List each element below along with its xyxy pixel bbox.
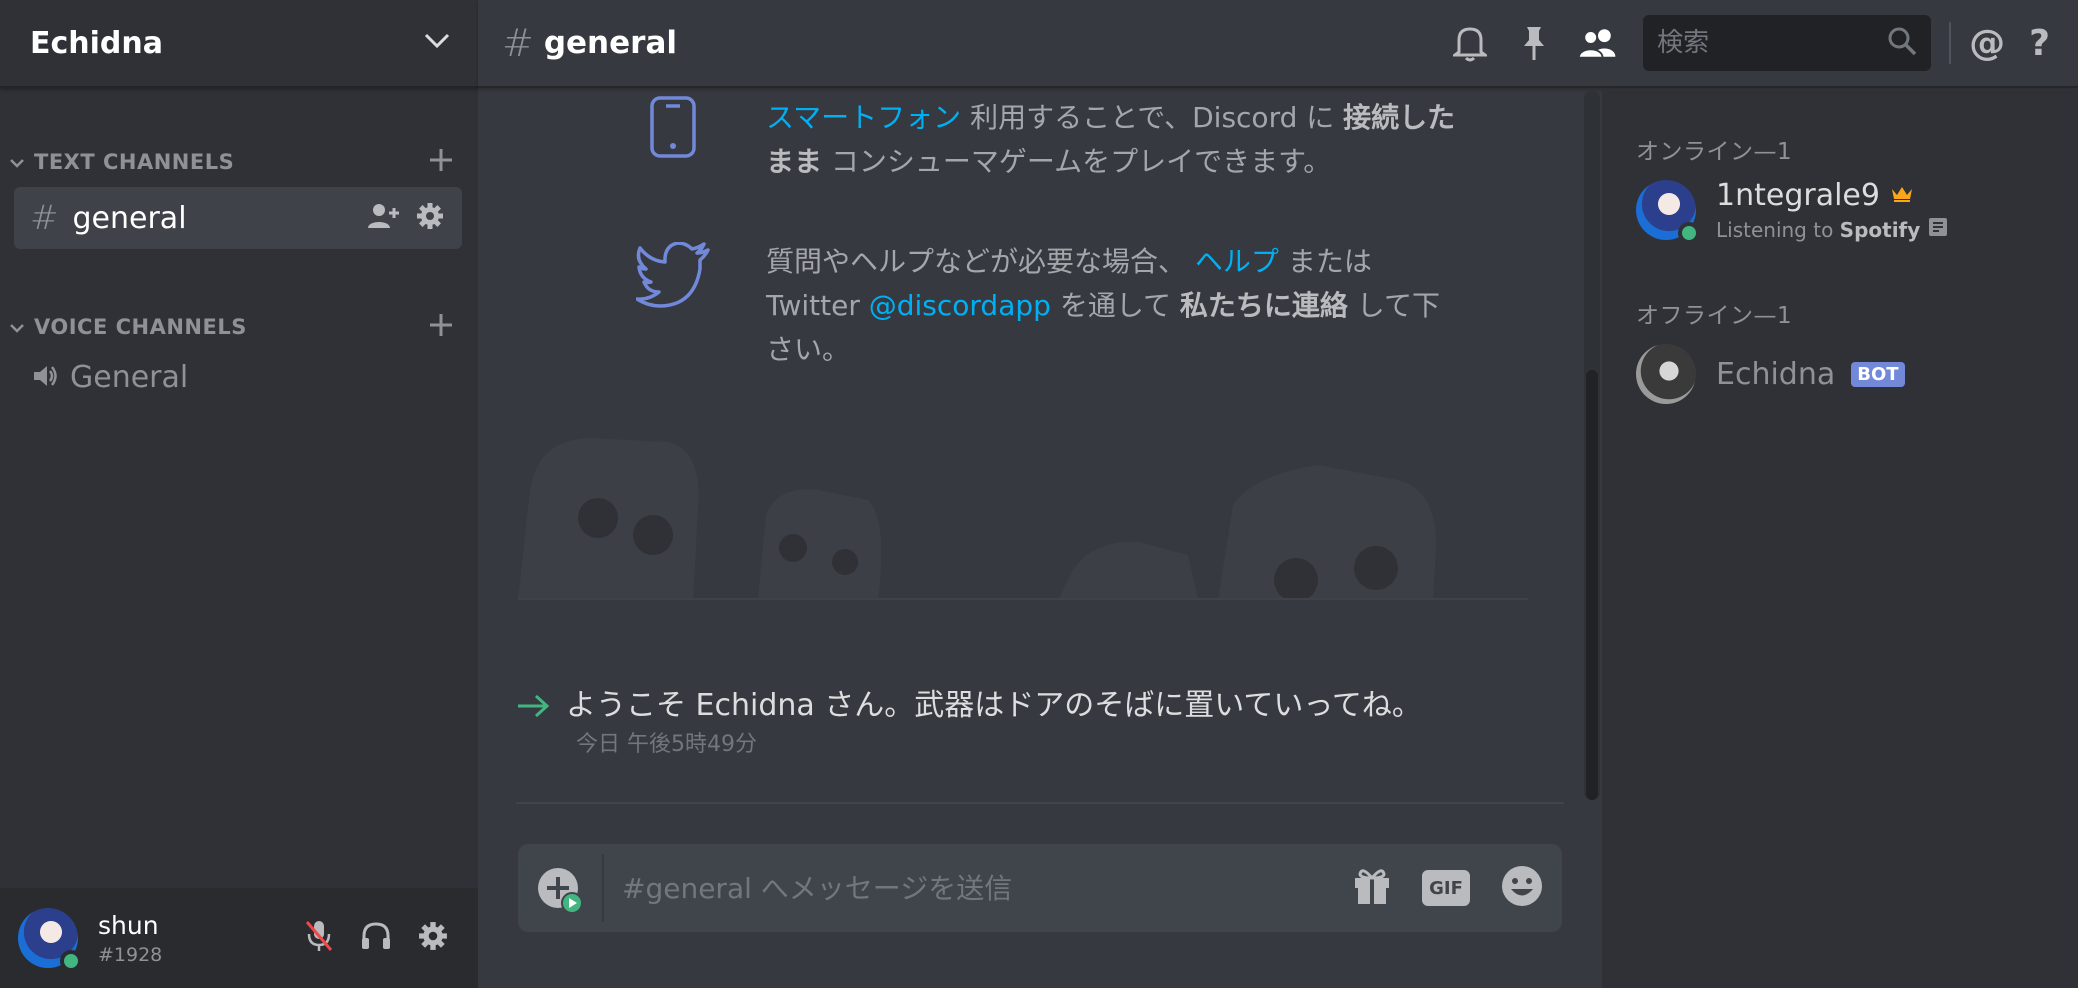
search-box[interactable] (1643, 15, 1932, 71)
member-name: 1ntegrale9 (1716, 178, 1880, 213)
hash-icon: # (30, 198, 59, 238)
help-icon[interactable]: ? (2029, 23, 2050, 64)
tip-text-part: コンシューマゲームをプレイできます。 (822, 145, 1332, 178)
chevron-down-icon (10, 150, 24, 174)
avatar[interactable] (18, 908, 82, 972)
chevron-down-icon (10, 315, 24, 339)
user-tag: #1928 (98, 943, 163, 966)
sidebar-item-voice-general[interactable]: General (32, 360, 188, 395)
message-timestamp: 今日 午後5時49分 (576, 732, 757, 757)
category-label: VOICE CHANNELS (34, 315, 247, 339)
upload-plus-icon[interactable] (536, 866, 583, 914)
scrollbar-thumb[interactable] (1586, 370, 1598, 800)
gift-icon[interactable] (1352, 866, 1392, 910)
gif-button[interactable]: GIF (1422, 870, 1470, 906)
category-voice-channels[interactable]: VOICE CHANNELS (0, 307, 478, 347)
speaker-icon (32, 364, 58, 392)
smartphone-icon (648, 96, 698, 162)
contact-us-link[interactable]: 私たちに連絡 (1180, 289, 1348, 322)
user-name: shun (98, 910, 159, 940)
user-panel: shun #1928 (0, 888, 478, 988)
tip-help-text: 質問やヘルプなどが必要な場合、 ヘルプ または Twitter @discord… (766, 240, 1456, 372)
channel-header: # general 検索 @ ? (478, 0, 2078, 88)
member-activity: Listening to Spotify (1716, 217, 1948, 242)
channel-title: general (543, 25, 677, 61)
bell-icon[interactable] (1449, 22, 1491, 64)
crown-icon (1890, 185, 1914, 207)
arrow-right-icon (516, 692, 550, 724)
members-icon[interactable] (1577, 22, 1619, 64)
avatar (1636, 180, 1700, 244)
category-text-channels[interactable]: TEXT CHANNELS (0, 142, 478, 182)
rich-presence-icon[interactable] (1928, 217, 1948, 242)
bot-badge: BOT (1851, 361, 1905, 387)
add-channel-icon[interactable] (428, 312, 454, 343)
toolbar-divider (1949, 22, 1952, 64)
divider (516, 802, 1564, 804)
category-label: TEXT CHANNELS (34, 150, 235, 174)
user-settings-icon[interactable] (418, 921, 448, 955)
activity-name: Spotify (1839, 217, 1921, 242)
online-status-icon (1678, 222, 1700, 244)
pin-icon[interactable] (1513, 22, 1555, 64)
mentions-icon[interactable]: @ (1969, 23, 2005, 64)
member-name: Echidna (1716, 356, 1836, 392)
emoji-icon[interactable] (1500, 864, 1544, 912)
member-list: オンライン—1 1ntegrale9 Listening to Spotify (1602, 90, 2078, 988)
channel-label: general (72, 200, 187, 236)
tip-text-part: を通して (1050, 289, 1180, 322)
online-heading: オンライン—1 (1636, 139, 1793, 165)
hash-icon: # (502, 21, 534, 65)
tip-text-part: 質問やヘルプなどが必要な場合、 (766, 245, 1195, 278)
gif-label: GIF (1429, 877, 1463, 899)
offline-heading: オフライン—1 (1636, 303, 1793, 329)
member-item[interactable]: 1ntegrale9 Listening to Spotify (1636, 178, 1948, 244)
smartphone-link[interactable]: スマートフォン (766, 101, 961, 134)
chevron-down-icon[interactable] (424, 33, 450, 53)
gear-icon[interactable] (416, 202, 444, 234)
headphones-icon[interactable] (360, 921, 392, 955)
activity-prefix: Listening to (1716, 217, 1840, 242)
message-input[interactable] (622, 871, 1352, 905)
member-item[interactable]: Echidna BOT (1636, 344, 1905, 404)
chat-area: スマートフォン 利用することで、Discord に 接続したまま コンシューマゲ… (478, 90, 1602, 988)
welcome-text: ようこそ Echidna さん。武器はドアのそばに置いていってね。 (566, 688, 1422, 723)
twitter-icon (635, 241, 712, 312)
message-composer: GIF (518, 844, 1562, 932)
online-status-icon (60, 950, 82, 972)
sidebar-item-general[interactable]: # general (14, 187, 462, 249)
voice-channel-label: General (70, 360, 189, 395)
discordapp-link[interactable]: @discordapp (869, 289, 1051, 322)
invite-user-icon[interactable] (366, 202, 400, 234)
tip-mobile-text: スマートフォン 利用することで、Discord に 接続したまま コンシューマゲ… (766, 96, 1466, 184)
server-header[interactable]: Echidna (0, 0, 478, 88)
channel-sidebar: Echidna TEXT CHANNELS # general VOICE CH… (0, 0, 478, 988)
composer-divider (602, 854, 604, 922)
add-channel-icon[interactable] (428, 147, 454, 178)
search-input[interactable] (1657, 28, 1858, 58)
avatar (1636, 344, 1696, 404)
help-link[interactable]: ヘルプ (1195, 245, 1279, 278)
mute-microphone-icon[interactable] (304, 919, 334, 957)
search-icon (1887, 26, 1917, 60)
wumpus-illustration (518, 430, 1528, 600)
tip-text-part: 利用することで、Discord に (961, 101, 1344, 134)
server-name: Echidna (30, 25, 163, 61)
